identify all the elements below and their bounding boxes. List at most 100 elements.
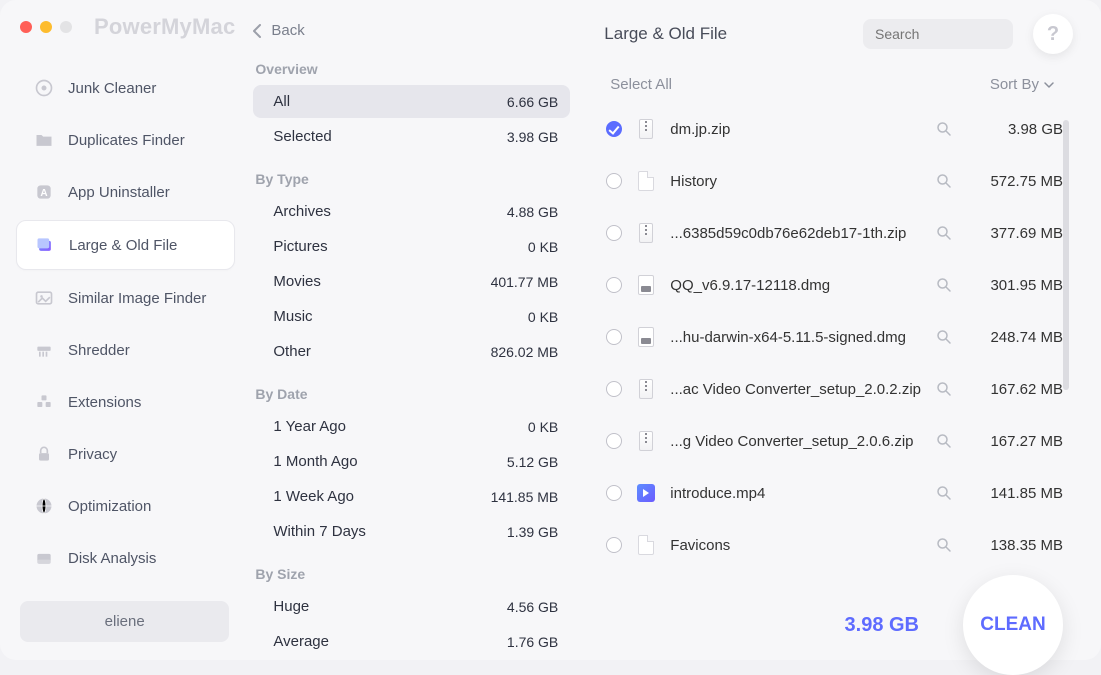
file-checkbox[interactable]: [606, 329, 622, 345]
filter-row[interactable]: 1 Year Ago0 KB: [253, 410, 570, 443]
reveal-icon[interactable]: [935, 172, 953, 190]
sidebar-item-similar-image-finder[interactable]: Similar Image Finder: [16, 274, 235, 322]
filter-row[interactable]: All6.66 GB: [253, 85, 570, 118]
sort-by[interactable]: Sort By: [990, 76, 1055, 93]
file-type-icon: [636, 533, 656, 557]
reveal-icon[interactable]: [935, 120, 953, 138]
filter-label: Archives: [273, 203, 331, 220]
file-name: ...6385d59c0db76e62deb17-1th.zip: [670, 225, 921, 242]
chevron-down-icon: [1043, 80, 1055, 90]
file-checkbox[interactable]: [606, 277, 622, 293]
app-logo: PowerMyMac: [94, 14, 235, 40]
file-type-icon: [636, 273, 656, 297]
filter-label: Movies: [273, 273, 321, 290]
lock-icon: [34, 444, 54, 464]
sidebar-item-label: Privacy: [68, 446, 117, 463]
cleaner-icon: [34, 78, 54, 98]
filter-row[interactable]: 1 Week Ago141.85 MB: [253, 480, 570, 513]
file-row[interactable]: History 572.75 MB: [604, 155, 1067, 207]
reveal-icon[interactable]: [935, 380, 953, 398]
reveal-icon[interactable]: [935, 328, 953, 346]
file-size: 3.98 GB: [967, 121, 1063, 138]
file-checkbox[interactable]: [606, 433, 622, 449]
file-checkbox[interactable]: [606, 173, 622, 189]
app-icon: A: [34, 182, 54, 202]
filter-row[interactable]: Pictures0 KB: [253, 230, 570, 263]
traffic-lights[interactable]: [20, 21, 72, 33]
reveal-icon[interactable]: [935, 432, 953, 450]
filter-row[interactable]: Selected3.98 GB: [253, 120, 570, 153]
file-checkbox[interactable]: [606, 381, 622, 397]
search-box[interactable]: [863, 19, 1013, 49]
reveal-icon[interactable]: [935, 276, 953, 294]
file-name: QQ_v6.9.17-12118.dmg: [670, 277, 921, 294]
file-type-icon: [636, 169, 656, 193]
file-type-icon: [636, 481, 656, 505]
filter-row[interactable]: Huge4.56 GB: [253, 590, 570, 623]
file-row[interactable]: ...g Video Converter_setup_2.0.6.zip 167…: [604, 415, 1067, 467]
sidebar-item-label: App Uninstaller: [68, 184, 170, 201]
file-row[interactable]: introduce.mp4 141.85 MB: [604, 467, 1067, 519]
file-size: 248.74 MB: [967, 329, 1063, 346]
help-button[interactable]: ?: [1033, 14, 1073, 54]
filter-label: Within 7 Days: [273, 523, 366, 540]
file-size: 138.35 MB: [967, 537, 1063, 554]
sidebar-item-label: Duplicates Finder: [68, 132, 185, 149]
sidebar-item-duplicates-finder[interactable]: Duplicates Finder: [16, 116, 235, 164]
sort-label: Sort By: [990, 76, 1039, 93]
file-name: History: [670, 173, 921, 190]
sidebar-item-junk-cleaner[interactable]: Junk Cleaner: [16, 64, 235, 112]
filter-size: 0 KB: [528, 239, 558, 255]
file-row[interactable]: ...hu-darwin-x64-5.11.5-signed.dmg 248.7…: [604, 311, 1067, 363]
sidebar-item-disk-analysis[interactable]: Disk Analysis: [16, 534, 235, 582]
back-button[interactable]: Back: [247, 16, 576, 61]
reveal-icon[interactable]: [935, 536, 953, 554]
filter-row[interactable]: Within 7 Days1.39 GB: [253, 515, 570, 548]
search-input[interactable]: [875, 26, 1056, 42]
filter-size: 4.56 GB: [507, 599, 558, 615]
sidebar-item-privacy[interactable]: Privacy: [16, 430, 235, 478]
clean-button[interactable]: CLEAN: [963, 575, 1063, 675]
sidebar-item-extensions[interactable]: Extensions: [16, 378, 235, 426]
filter-row[interactable]: Archives4.88 GB: [253, 195, 570, 228]
file-name: ...ac Video Converter_setup_2.0.2.zip: [670, 381, 921, 398]
filter-size: 1.76 GB: [507, 634, 558, 650]
sidebar-item-app-uninstaller[interactable]: A App Uninstaller: [16, 168, 235, 216]
filter-row[interactable]: Average1.76 GB: [253, 625, 570, 658]
minimize-window-dot[interactable]: [40, 21, 52, 33]
file-row[interactable]: ...6385d59c0db76e62deb17-1th.zip 377.69 …: [604, 207, 1067, 259]
file-name: dm.jp.zip: [670, 121, 921, 138]
reveal-icon[interactable]: [935, 484, 953, 502]
sidebar-item-optimization[interactable]: Optimization: [16, 482, 235, 530]
file-row[interactable]: dm.jp.zip 3.98 GB: [604, 103, 1067, 155]
scrollbar[interactable]: [1063, 120, 1069, 390]
sidebar-item-shredder[interactable]: Shredder: [16, 326, 235, 374]
sidebar-item-label: Shredder: [68, 342, 130, 359]
filter-row[interactable]: Other826.02 MB: [253, 335, 570, 368]
zoom-window-dot[interactable]: [60, 21, 72, 33]
file-row[interactable]: Favicons 138.35 MB: [604, 519, 1067, 571]
file-checkbox[interactable]: [606, 537, 622, 553]
filter-row[interactable]: Movies401.77 MB: [253, 265, 570, 298]
filter-label: Selected: [273, 128, 331, 145]
file-name: ...hu-darwin-x64-5.11.5-signed.dmg: [670, 329, 921, 346]
file-checkbox[interactable]: [606, 121, 622, 137]
user-account[interactable]: eliene: [20, 601, 229, 642]
file-type-icon: [636, 325, 656, 349]
file-row[interactable]: QQ_v6.9.17-12118.dmg 301.95 MB: [604, 259, 1067, 311]
filter-row[interactable]: 1 Month Ago5.12 GB: [253, 445, 570, 478]
sidebar-item-large-old-file[interactable]: Large & Old File: [16, 220, 235, 270]
file-checkbox[interactable]: [606, 225, 622, 241]
file-row[interactable]: ...ac Video Converter_setup_2.0.2.zip 16…: [604, 363, 1067, 415]
filter-row[interactable]: Music0 KB: [253, 300, 570, 333]
file-size: 572.75 MB: [967, 173, 1063, 190]
select-all[interactable]: Select All: [610, 76, 672, 93]
reveal-icon[interactable]: [935, 224, 953, 242]
folder-icon: [34, 130, 54, 150]
close-window-dot[interactable]: [20, 21, 32, 33]
filter-size: 0 KB: [528, 419, 558, 435]
file-checkbox[interactable]: [606, 485, 622, 501]
sidebar-item-label: Large & Old File: [69, 237, 177, 254]
file-type-icon: [636, 221, 656, 245]
filter-size: 0 KB: [528, 309, 558, 325]
